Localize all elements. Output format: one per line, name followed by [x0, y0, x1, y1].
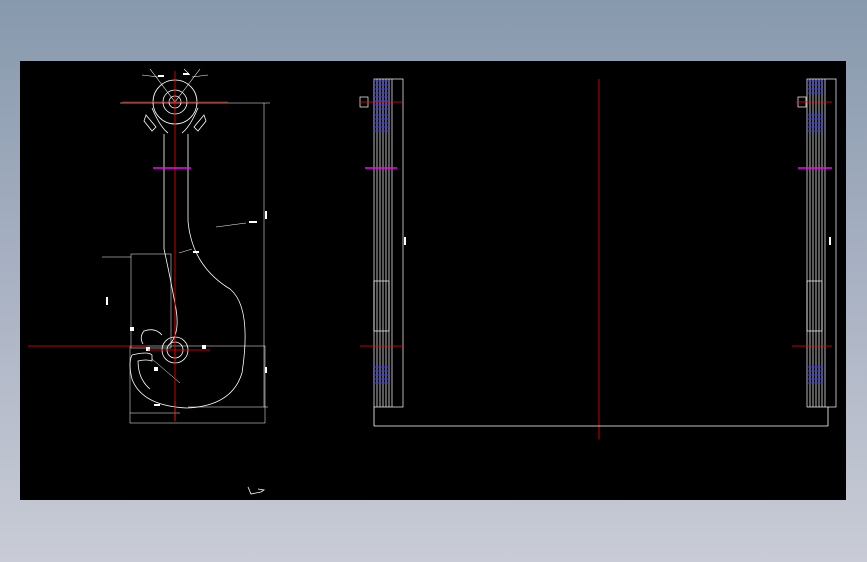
- hook-body-outline: [129, 134, 246, 409]
- front-centerlines: [28, 71, 228, 421]
- assembly-axis: [373, 79, 829, 439]
- cad-drawing-canvas[interactable]: [20, 61, 846, 500]
- right-side-view: [792, 78, 837, 408]
- ucs-icon: [247, 486, 266, 495]
- hook-front-view: [28, 68, 270, 424]
- left-hatch-top: [374, 80, 389, 384]
- left-side-view: [359, 78, 406, 408]
- cad-drawing: [28, 68, 837, 495]
- front-dimension-lines: [102, 102, 270, 424]
